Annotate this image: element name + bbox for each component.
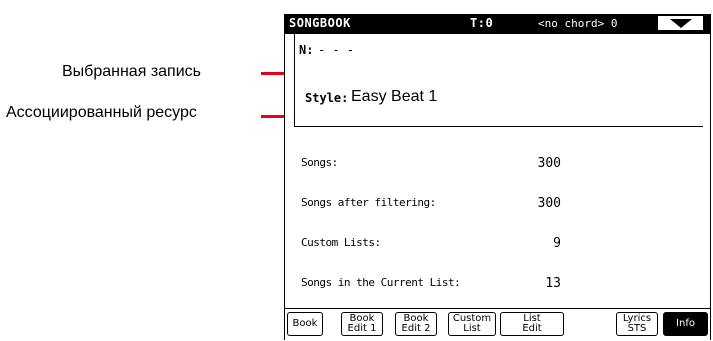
songbook-screen: SONGBOOK T:0 <no chord> 0 N: - - - Style… <box>284 14 711 340</box>
tab-custom-list[interactable]: Custom List <box>448 312 496 336</box>
style-label: Style: <box>305 91 349 105</box>
tempo-display: T:0 <box>470 16 494 30</box>
menu-triangle-icon <box>670 19 692 28</box>
info-value: 300 <box>537 196 561 211</box>
style-value[interactable]: Easy Beat 1 <box>351 88 437 106</box>
selected-entry-panel[interactable] <box>294 34 703 127</box>
tab-list-edit[interactable]: List Edit <box>500 312 564 336</box>
tab-bar: Book Book Edit 1 Book Edit 2 Custom List… <box>285 308 710 341</box>
title-bar: SONGBOOK T:0 <no chord> 0 <box>285 14 710 34</box>
tab-book-edit-2[interactable]: Book Edit 2 <box>395 312 437 336</box>
page-title: SONGBOOK <box>289 16 351 30</box>
tab-lyrics-sts[interactable]: Lyrics STS <box>616 312 658 336</box>
info-value: 9 <box>553 236 561 251</box>
tab-book[interactable]: Book <box>287 312 323 336</box>
info-row-songs: Songs: 300 <box>301 156 561 172</box>
chord-display: <no chord> 0 <box>538 17 618 30</box>
info-label: Songs after filtering: <box>301 196 436 209</box>
callout-associated-resource: Ассоциированный ресурс <box>6 104 197 121</box>
info-row-songs-current-list: Songs in the Current List: 13 <box>301 276 561 292</box>
entry-number-value: - - - <box>318 43 355 57</box>
tab-info[interactable]: Info <box>663 312 708 336</box>
info-label: Songs: <box>301 156 338 169</box>
info-label: Songs in the Current List: <box>301 276 461 289</box>
info-value: 13 <box>545 276 561 291</box>
page-menu-button[interactable] <box>657 15 704 31</box>
info-row-songs-after-filtering: Songs after filtering: 300 <box>301 196 561 212</box>
callout-selected-entry: Выбранная запись <box>62 63 201 80</box>
entry-number-label: N: <box>299 43 314 57</box>
info-row-custom-lists: Custom Lists: 9 <box>301 236 561 252</box>
tab-book-edit-1[interactable]: Book Edit 1 <box>341 312 383 336</box>
info-value: 300 <box>537 156 561 171</box>
info-label: Custom Lists: <box>301 236 381 249</box>
